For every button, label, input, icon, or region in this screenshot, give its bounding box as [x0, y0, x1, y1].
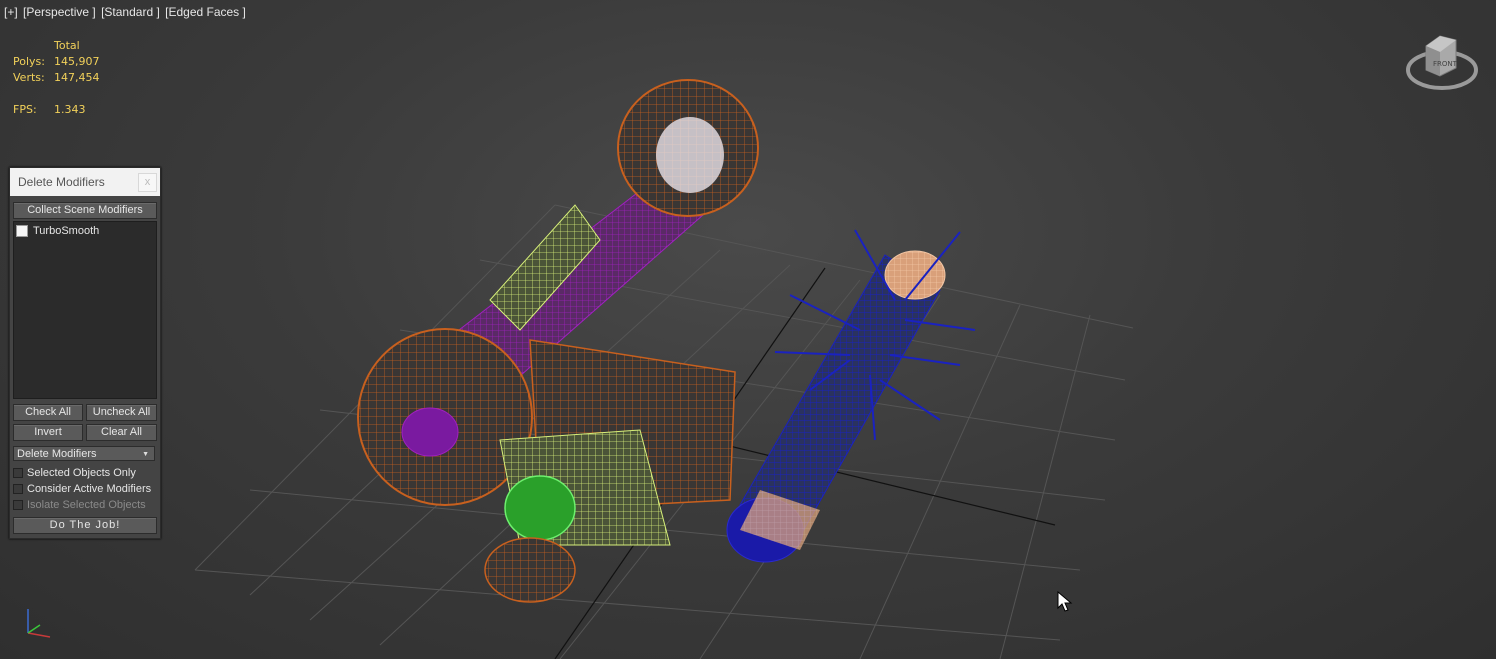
polys-value: 145,907 [54, 55, 100, 68]
viewcube-face-label: FRONT [1433, 60, 1458, 68]
clear-all-button[interactable]: Clear All [86, 424, 157, 441]
close-icon[interactable]: x [138, 173, 157, 192]
checkbox-label: Consider Active Modifiers [27, 483, 152, 495]
mouse-cursor-icon [1057, 591, 1073, 612]
viewcube-icon[interactable]: FRONT [1404, 30, 1480, 96]
chevron-down-icon: ▼ [142, 451, 149, 458]
collect-scene-modifiers-button[interactable]: Collect Scene Modifiers [13, 202, 157, 219]
viewport-shading-standard[interactable]: [Standard ] [101, 5, 160, 19]
viewport-menu-plus[interactable]: [+] [4, 5, 18, 19]
checkbox-box[interactable] [13, 484, 23, 494]
dropdown-value: Delete Modifiers [17, 448, 97, 460]
viewport-point-of-view[interactable]: [Perspective ] [23, 5, 96, 19]
consider-active-modifiers-checkbox[interactable]: Consider Active Modifiers [13, 483, 151, 495]
uncheck-all-button[interactable]: Uncheck All [86, 404, 157, 421]
viewport-display-mode[interactable]: [Edged Faces ] [165, 5, 246, 19]
fps-value: 1.343 [54, 103, 86, 116]
checkbox-label: Isolate Selected Objects [27, 499, 146, 511]
verts-label: Verts: [13, 71, 45, 84]
modifier-listbox[interactable]: TurboSmooth [13, 221, 157, 399]
fps-label: FPS: [13, 103, 37, 116]
list-item[interactable]: TurboSmooth [14, 223, 156, 238]
axis-tripod-icon [27, 609, 51, 638]
checkbox-box [13, 500, 23, 510]
list-item-label: TurboSmooth [33, 224, 100, 237]
viewport-statistics: Total Polys: 145,907 Verts: 147,454 FPS: 1.… [13, 38, 100, 118]
selected-objects-only-checkbox[interactable]: Selected Objects Only [13, 467, 136, 479]
launcher-model [357, 79, 759, 603]
stats-header: Total [54, 39, 80, 52]
dialog-title: Delete Modifiers [18, 175, 105, 189]
checkbox-box[interactable] [13, 468, 23, 478]
isolate-selected-objects-checkbox: Isolate Selected Objects [13, 499, 146, 511]
verts-value: 147,454 [54, 71, 100, 84]
polys-label: Polys: [13, 55, 45, 68]
invert-button[interactable]: Invert [13, 424, 83, 441]
delete-modifiers-dialog[interactable]: Delete Modifiers x Collect Scene Modifie… [9, 167, 161, 539]
check-all-button[interactable]: Check All [13, 404, 83, 421]
viewport-canvas[interactable] [0, 0, 1496, 659]
missile-model [726, 229, 976, 563]
checkbox-label: Selected Objects Only [27, 467, 136, 479]
do-the-job-button[interactable]: Do The Job! [13, 517, 157, 534]
dialog-title-bar[interactable]: Delete Modifiers x [10, 168, 160, 196]
list-item-checkbox[interactable] [16, 224, 28, 237]
viewport-label[interactable]: [+] [Perspective ] [Standard ] [Edged Fa… [4, 5, 248, 19]
action-dropdown[interactable]: Delete Modifiers ▼ [13, 446, 155, 461]
